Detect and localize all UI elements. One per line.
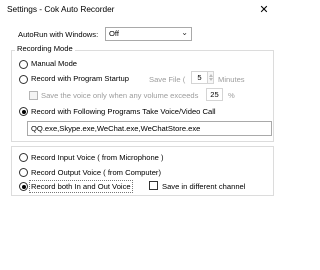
- manual-mode-radio[interactable]: [19, 60, 28, 69]
- separate-channel-label[interactable]: Save in different channel: [162, 182, 245, 191]
- manual-mode-label[interactable]: Manual Mode: [31, 59, 77, 68]
- programs-value: QQ.exe,Skype.exe,WeChat.exe,WeChatStore.…: [31, 124, 201, 133]
- input-voice-radio[interactable]: [19, 153, 28, 162]
- window-title: Settings - Cok Auto Recorder: [7, 4, 115, 14]
- volume-threshold-label: Save the voice only when any volume exce…: [41, 91, 199, 100]
- output-voice-label[interactable]: Record Output Voice ( from Computer): [31, 168, 161, 177]
- autorun-value: Off: [109, 29, 119, 38]
- minutes-label: Minutes: [218, 75, 245, 84]
- both-voice-radio[interactable]: [19, 182, 28, 191]
- following-programs-radio[interactable]: [19, 107, 28, 116]
- startup-radio[interactable]: [19, 75, 28, 84]
- chevron-down-icon: ⌄: [181, 28, 188, 37]
- close-icon[interactable]: ✕: [254, 2, 274, 18]
- volume-threshold-checkbox[interactable]: [29, 91, 38, 100]
- percent-label: %: [228, 91, 235, 100]
- autorun-select[interactable]: Off ⌄: [105, 27, 192, 41]
- startup-label[interactable]: Record with Program Startup: [31, 74, 129, 83]
- recording-mode-legend: Recording Mode: [15, 44, 75, 53]
- save-file-spinner[interactable]: [208, 71, 214, 84]
- save-file-minutes-input[interactable]: 5: [191, 71, 208, 84]
- both-voice-label[interactable]: Record both In and Out Voice: [29, 180, 133, 193]
- title-bar: Settings - Cok Auto Recorder ✕: [0, 0, 280, 20]
- programs-input[interactable]: QQ.exe,Skype.exe,WeChat.exe,WeChatStore.…: [27, 121, 272, 136]
- volume-threshold-input[interactable]: 25: [206, 88, 223, 101]
- output-voice-radio[interactable]: [19, 168, 28, 177]
- following-programs-label[interactable]: Record with Following Programs Take Voic…: [31, 107, 216, 116]
- input-voice-label[interactable]: Record Input Voice ( from Microphone ): [31, 153, 164, 162]
- autorun-label: AutoRun with Windows:: [18, 30, 99, 39]
- separate-channel-checkbox[interactable]: [149, 181, 158, 190]
- save-file-label: Save File (: [149, 75, 186, 84]
